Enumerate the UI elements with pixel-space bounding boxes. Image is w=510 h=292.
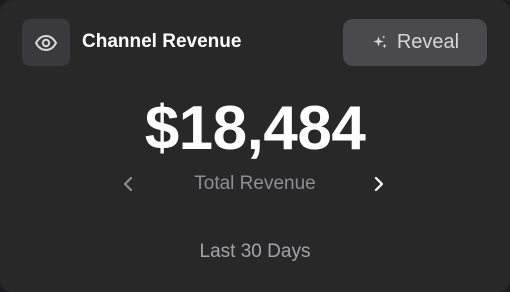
- visibility-toggle-button[interactable]: [22, 19, 70, 66]
- reveal-button[interactable]: Reveal: [343, 19, 487, 66]
- next-metric-button[interactable]: [367, 172, 391, 196]
- card-title: Channel Revenue: [82, 31, 242, 52]
- metric-label: Total Revenue: [194, 173, 316, 194]
- sparkle-icon: [373, 35, 387, 48]
- eye-icon: [35, 34, 57, 51]
- chevron-right-icon: [374, 176, 384, 192]
- revenue-value: $18,484: [144, 94, 366, 163]
- revenue-card: Channel Revenue Reveal $18,484 Total Rev…: [0, 0, 510, 292]
- reveal-button-label: Reveal: [396, 31, 460, 53]
- period-label: Last 30 Days: [199, 241, 311, 262]
